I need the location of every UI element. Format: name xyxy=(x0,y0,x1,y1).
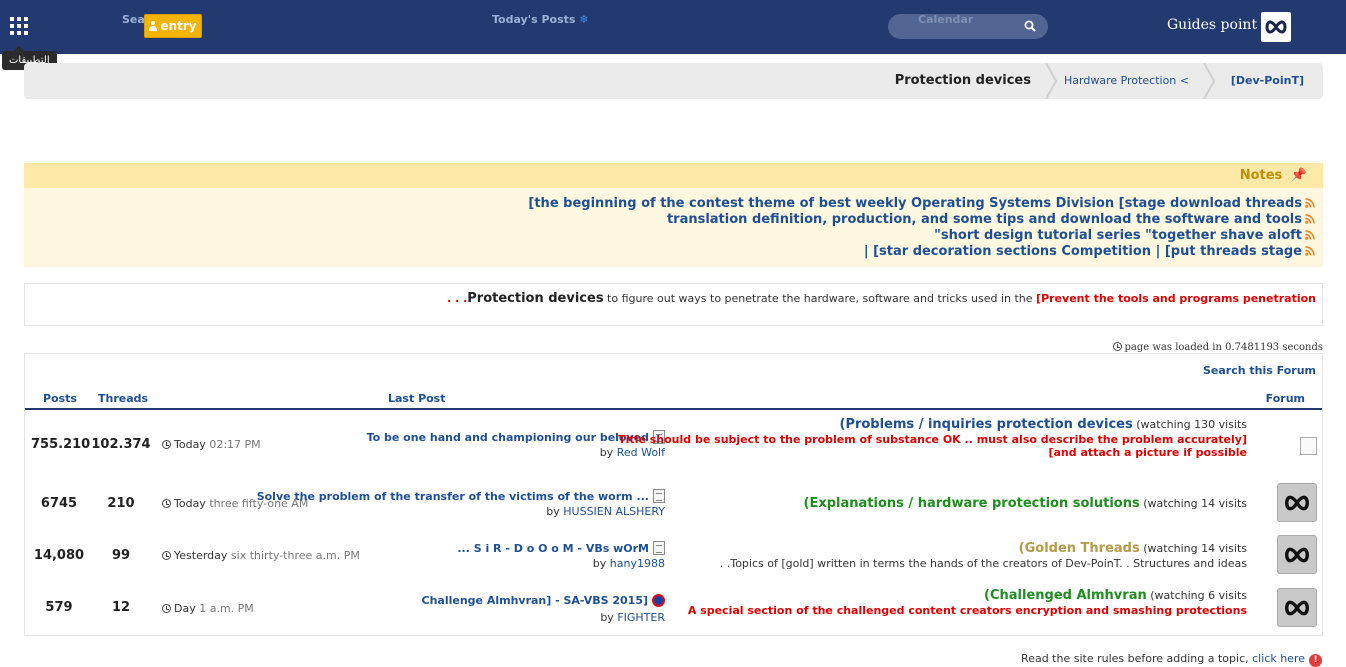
entry-label: entry xyxy=(160,19,197,33)
last-post-user-link[interactable]: hany1988 xyxy=(610,557,665,570)
forum-title: (Golden Threads (watching 14 visits xyxy=(1018,541,1247,556)
last-post-time: Day 1 a.m. PM xyxy=(162,602,254,615)
threads-count: 102.374 xyxy=(91,437,151,452)
top-bar: Sea entry Today's Posts ❄ Calendar Guide… xyxy=(0,0,1346,54)
brand-logo-icon[interactable] xyxy=(1261,12,1291,42)
pin-icon: 📌 xyxy=(1290,168,1307,183)
last-post-author: by HUSSIEN ALSHERY xyxy=(546,505,665,518)
header-divider xyxy=(25,408,1322,410)
rules-link[interactable]: click here xyxy=(1252,652,1305,665)
breadcrumb-parent[interactable]: Hardware Protection < xyxy=(1064,74,1189,87)
nav-todays-posts-link[interactable]: Today's Posts ❄ xyxy=(492,13,589,26)
clock-icon xyxy=(162,499,171,508)
posts-count: 755.210 xyxy=(31,437,91,452)
person-icon xyxy=(149,21,158,31)
forum-logo-icon[interactable] xyxy=(1277,588,1317,627)
clock-icon xyxy=(162,440,171,449)
threads-count: 99 xyxy=(111,548,131,563)
rss-icon xyxy=(1305,198,1315,208)
thread-doc-icon xyxy=(653,489,665,503)
alert-icon: ! xyxy=(1309,654,1322,667)
description-red-text: [Prevent the tools and programs penetrat… xyxy=(1036,292,1316,305)
notes-title: Notes xyxy=(1239,168,1283,183)
forum-logo-icon[interactable] xyxy=(1277,483,1317,522)
nav-search-link[interactable]: Sea xyxy=(122,13,145,26)
search-icon[interactable] xyxy=(1024,20,1036,32)
forum-title: (Problems / inquiries protection devices… xyxy=(839,417,1247,432)
last-post-user-link[interactable]: FIGHTER xyxy=(617,611,665,624)
last-post-title-link[interactable]: ... S i R - D o O o M - VBs wOrM xyxy=(457,541,665,555)
threads-count: 12 xyxy=(111,600,131,615)
forum-name-link[interactable]: Challenged Almhvran xyxy=(990,588,1147,603)
forum-name-link[interactable]: Golden Threads xyxy=(1025,541,1140,556)
rss-icon xyxy=(1305,214,1315,224)
forum-description-text: Title should be subject to the problem o… xyxy=(618,433,1247,459)
posts-count: 14,080 xyxy=(33,548,85,563)
last-post-time: Yesterday six thirty-three a.m. PM xyxy=(162,549,360,562)
snowflake-icon: ❄ xyxy=(579,13,589,26)
posts-count: 579 xyxy=(45,600,73,615)
description-text: to figure out ways to penetrate the hard… xyxy=(603,292,1037,305)
note-item[interactable]: [the beginning of the contest theme of b… xyxy=(24,196,1323,212)
last-post-author: by hany1988 xyxy=(592,557,665,570)
search-input[interactable]: Calendar xyxy=(888,13,1048,39)
forum-description: . . .Protection devices to figure out wa… xyxy=(24,283,1323,326)
note-item[interactable]: translation definition, production, and … xyxy=(24,212,1323,228)
last-post-title-link[interactable]: Challenge Almhvran] - SA-VBS 2015] xyxy=(422,594,665,607)
forum-table: Search this Forum Posts Threads Last Pos… xyxy=(24,353,1323,636)
nav-calendar-link[interactable]: Calendar xyxy=(918,13,973,26)
forum-image-icon xyxy=(1300,437,1317,455)
note-item[interactable]: | [star decoration sections Competition … xyxy=(24,244,1323,260)
page-load-time: page was loaded in 0.7481193 seconds xyxy=(1112,342,1323,353)
column-header-forum: Forum xyxy=(1265,392,1305,405)
last-post-title-link[interactable]: Solve the problem of the transfer of the… xyxy=(257,489,665,503)
thread-doc-icon xyxy=(653,541,665,555)
forum-description-text: A special section of the challenged cont… xyxy=(687,604,1247,617)
column-header-posts: Posts xyxy=(43,392,77,405)
column-header-last-post: Last Post xyxy=(388,392,446,405)
brand-name[interactable]: Guides point xyxy=(1167,17,1257,33)
apps-grid-icon[interactable] xyxy=(10,17,28,35)
clock-icon xyxy=(162,604,171,613)
last-post-user-link[interactable]: HUSSIEN ALSHERY xyxy=(563,505,665,518)
clock-icon xyxy=(162,551,171,560)
breadcrumb-current: Protection devices xyxy=(894,73,1031,88)
breadcrumb: Protection devices Hardware Protection <… xyxy=(24,63,1323,99)
notes-header: Notes 📌 xyxy=(24,163,1323,188)
last-post-time: Today 02:17 PM xyxy=(162,438,261,451)
breadcrumb-root[interactable]: [Dev-PoinT] xyxy=(1231,74,1304,87)
site-rules-notice: Read the site rules before adding a topi… xyxy=(1021,652,1322,667)
breadcrumb-separator-icon xyxy=(1203,63,1216,99)
breadcrumb-separator-icon xyxy=(1045,63,1058,99)
forum-title: (Explanations / hardware protection solu… xyxy=(803,496,1247,511)
forum-name-link[interactable]: Problems / inquiries protection devices xyxy=(845,417,1132,432)
entry-button[interactable]: entry xyxy=(144,14,202,38)
rss-icon xyxy=(1305,246,1315,256)
forum-logo-icon[interactable] xyxy=(1277,535,1317,574)
description-dots: . . . xyxy=(447,292,468,305)
search-this-forum-link[interactable]: Search this Forum xyxy=(1203,364,1316,377)
forum-title: (Challenged Almhvran (watching 6 visits xyxy=(984,588,1247,603)
last-post-author: by FIGHTER xyxy=(600,611,665,624)
clock-icon xyxy=(1112,342,1122,351)
rss-icon xyxy=(1305,230,1315,240)
notes-panel: Notes 📌 [the beginning of the contest th… xyxy=(24,163,1323,267)
forum-name-link[interactable]: Explanations / hardware protection solut… xyxy=(809,496,1139,511)
flag-icon xyxy=(652,594,665,607)
threads-count: 210 xyxy=(107,496,135,511)
posts-count: 6745 xyxy=(40,496,78,511)
note-item[interactable]: "short design tutorial series "together … xyxy=(24,228,1323,244)
description-forum-name: Protection devices xyxy=(467,291,604,306)
column-header-threads: Threads xyxy=(98,392,149,405)
forum-description-text: . .Topics of [gold] written in terms the… xyxy=(719,557,1247,570)
